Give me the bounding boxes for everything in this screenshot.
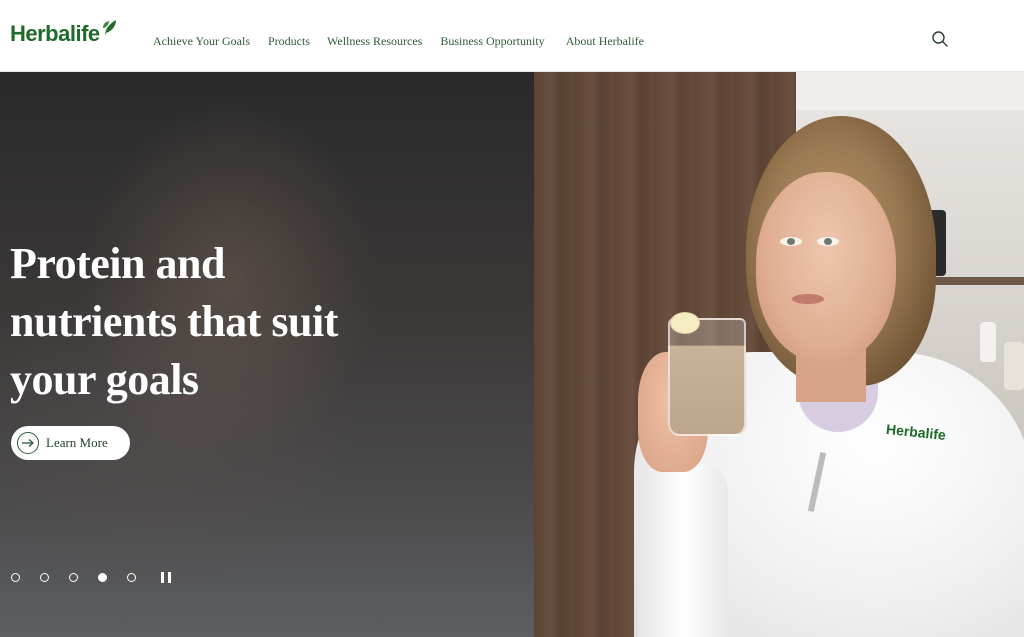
hero-title: Protein and nutrients that suit your goa… [10, 235, 350, 409]
banana-slice [670, 312, 700, 334]
hero-photo: Herbalife [534, 72, 1024, 637]
carousel-dot[interactable] [40, 573, 49, 582]
carousel-dot[interactable] [127, 573, 136, 582]
nav-achieve-your-goals[interactable]: Achieve Your Goals [153, 34, 250, 49]
sleeve [638, 462, 728, 637]
learn-more-button[interactable]: Learn More [11, 426, 130, 460]
learn-more-label: Learn More [46, 435, 108, 450]
pause-icon[interactable] [161, 572, 171, 583]
hero-title-line: your goals [10, 355, 199, 404]
search-button[interactable] [931, 30, 949, 48]
carousel-dot-active[interactable] [98, 573, 107, 582]
nav-about-herbalife[interactable]: About Herbalife [566, 34, 644, 49]
leaf-icon [102, 20, 116, 36]
hero-title-line: nutrients that suit [10, 297, 338, 346]
lips [792, 294, 824, 304]
nav-business-opportunity[interactable]: Business Opportunity [440, 34, 544, 49]
site-header: Herbalife Achieve Your Goals Products We… [0, 0, 1024, 72]
search-icon [932, 31, 948, 47]
left-eye [780, 237, 802, 246]
bottle [1004, 342, 1024, 390]
shake-glass [668, 318, 746, 436]
hero-banner: Herbalife Protein and nutrients that sui… [0, 72, 1024, 637]
hero-title-line: Protein and [10, 239, 225, 288]
nav-wellness-resources[interactable]: Wellness Resources [327, 34, 422, 49]
bottle [980, 322, 996, 362]
main-nav: Achieve Your Goals Products Wellness Res… [153, 34, 662, 49]
logo-text: Herbalife [10, 21, 100, 46]
ceiling [796, 72, 1024, 110]
face [756, 172, 896, 362]
carousel-dot[interactable] [11, 573, 20, 582]
arrow-right-circle-icon [17, 432, 39, 454]
carousel-dot[interactable] [69, 573, 78, 582]
carousel-dots [11, 573, 156, 582]
herbalife-logo[interactable]: Herbalife [10, 17, 119, 51]
nav-products[interactable]: Products [268, 34, 310, 49]
right-eye [817, 237, 839, 246]
